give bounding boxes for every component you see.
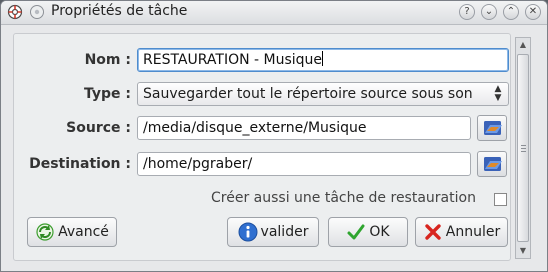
updown-arrows-icon: ▲ ▼ <box>494 84 502 103</box>
folder-browse-icon <box>484 157 502 171</box>
type-label: Type : <box>83 86 131 102</box>
info-icon <box>238 222 258 242</box>
cancel-button[interactable]: Annuler <box>415 217 508 247</box>
name-label: Nom : <box>84 52 131 68</box>
window-title: Propriétés de tâche <box>51 3 188 19</box>
validate-button[interactable]: valider <box>227 217 319 247</box>
scroll-down-icon[interactable]: ▼ <box>516 244 530 258</box>
name-input[interactable]: RESTAURATION - Musique <box>137 48 509 72</box>
restore-checkbox[interactable] <box>494 193 507 206</box>
destination-input[interactable]: /home/pgraber/ <box>137 152 471 176</box>
maximize-button[interactable]: ⌃ <box>503 4 519 20</box>
source-browse-button[interactable] <box>477 115 507 141</box>
destination-input-value: /home/pgraber/ <box>143 156 253 172</box>
shade-button[interactable]: ⌄ <box>481 4 497 20</box>
vertical-scrollbar[interactable]: ▲ ▼ <box>515 37 531 259</box>
advanced-button-label: Avancé <box>58 224 109 240</box>
grip-line <box>521 145 526 146</box>
folder-browse-icon <box>484 121 502 135</box>
refresh-arrows-icon <box>36 223 54 241</box>
type-select[interactable]: Sauvegarder tout le répertoire source so… <box>137 82 509 106</box>
ok-button[interactable]: OK <box>328 217 408 247</box>
cancel-button-label: Annuler <box>445 224 501 240</box>
restore-checkbox-label: Créer aussi une tâche de restauration <box>211 190 476 206</box>
source-input[interactable]: /media/disque_externe/Musique <box>137 116 471 140</box>
destination-label: Destination : <box>29 156 131 172</box>
scrollbar-thumb[interactable] <box>517 54 529 242</box>
title-bar[interactable]: Propriétés de tâche ? ⌄ ⌃ ✕ <box>1 1 547 25</box>
type-select-value: Sauvegarder tout le répertoire source so… <box>143 86 473 102</box>
close-button[interactable]: ✕ <box>525 4 541 20</box>
destination-browse-button[interactable] <box>477 151 507 177</box>
name-input-value: RESTAURATION - Musique <box>143 52 323 68</box>
checkmark-icon <box>347 224 365 240</box>
source-input-value: /media/disque_externe/Musique <box>143 120 367 136</box>
x-mark-icon <box>425 224 441 240</box>
window-menu-icon[interactable] <box>29 4 45 20</box>
task-properties-window: Propriétés de tâche ? ⌄ ⌃ ✕ Nom : RESTAU… <box>0 0 548 272</box>
text-caret <box>322 51 324 66</box>
help-button[interactable]: ? <box>459 4 475 20</box>
source-label: Source : <box>66 120 131 136</box>
grip-line <box>521 148 526 149</box>
ok-button-label: OK <box>369 224 390 240</box>
grip-line <box>521 151 526 152</box>
advanced-button[interactable]: Avancé <box>27 217 117 247</box>
validate-button-label: valider <box>260 224 309 240</box>
app-icon[interactable] <box>7 4 23 20</box>
scroll-up-icon[interactable]: ▲ <box>516 38 530 52</box>
